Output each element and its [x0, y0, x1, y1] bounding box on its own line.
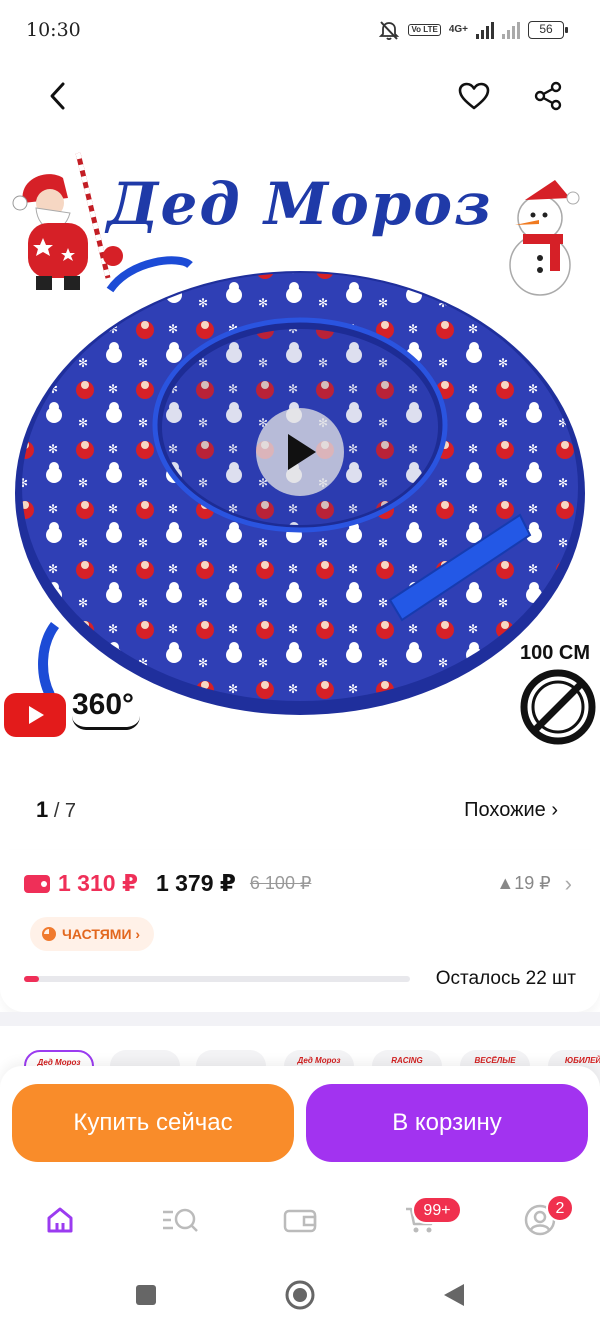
badge-360-label: 360° [72, 688, 135, 721]
wallet-price: 1 310 ₽ [58, 870, 138, 896]
price-card: 1 310 ₽ 1 379 ₽ 6 100 ₽ ▲19 ₽ › ЧАСТЯМИ … [0, 850, 600, 1012]
recents-icon [136, 1285, 156, 1305]
gallery-meta: 1 / 7 Похожие › [0, 790, 600, 830]
variant-label: ЮБИЛЕЙ [564, 1056, 600, 1065]
add-to-cart-button[interactable]: В корзину [306, 1084, 588, 1162]
current-price: 1 379 ₽ [155, 870, 236, 896]
price-row[interactable]: 1 310 ₽ 1 379 ₽ 6 100 ₽ ▲19 ₽ › [24, 870, 572, 897]
purchase-action-bar: Купить сейчас В корзину [0, 1066, 600, 1182]
diameter-label: 100 CM [520, 642, 591, 664]
old-price: 6 100 ₽ [249, 873, 312, 893]
wallet-card-icon [24, 874, 50, 893]
top-nav-actions [452, 74, 570, 118]
wallet-icon [283, 1209, 317, 1233]
stock-progress-fill [24, 976, 40, 982]
share-button[interactable] [526, 74, 570, 118]
back-button[interactable] [36, 74, 80, 118]
battery-icon: 56 [528, 21, 568, 39]
product-image-gallery[interactable]: Дед Мороз ✻ ✻ [0, 140, 600, 750]
status-icons: Vo LTE 4G+ 56 [378, 19, 568, 41]
play-icon [288, 434, 316, 470]
stock-row: Осталось 22 шт [24, 968, 576, 990]
stock-progress-bar [24, 976, 410, 982]
image-counter-total: / 7 [53, 800, 77, 822]
top-nav [0, 60, 600, 132]
status-bar: 10:30 Vo LTE 4G+ 56 [0, 0, 600, 60]
tab-profile[interactable]: 2 [510, 1190, 574, 1250]
signal-2-icon [502, 21, 520, 39]
bottom-tab-bar: 99+ 2 [0, 1182, 600, 1258]
catalog-search-icon [163, 1208, 198, 1232]
rotate-360-badge[interactable]: 360° [72, 688, 140, 730]
buy-now-button[interactable]: Купить сейчас [12, 1084, 294, 1162]
home-icon [47, 1207, 73, 1233]
youtube-icon [4, 693, 66, 737]
similar-link[interactable]: Похожие › [464, 799, 558, 822]
image-counter: 1 / 7 [36, 797, 76, 823]
tab-home[interactable] [30, 1190, 90, 1250]
tab-catalog[interactable] [150, 1190, 210, 1250]
variant-label: RACING [391, 1056, 423, 1065]
profile-badge: 2 [546, 1194, 574, 1222]
status-time: 10:30 [26, 19, 81, 41]
price-change: ▲19 ₽ [496, 873, 551, 893]
installment-label: ЧАСТЯМИ › [62, 926, 141, 942]
diameter-icon [520, 669, 596, 745]
chevron-left-icon [50, 82, 65, 110]
installment-button[interactable]: ЧАСТЯМИ › [30, 917, 155, 951]
system-home-button[interactable] [278, 1273, 322, 1317]
system-back-button[interactable] [432, 1273, 476, 1317]
image-counter-current: 1 [36, 797, 49, 822]
favorite-button[interactable] [452, 74, 496, 118]
back-triangle-icon [444, 1284, 464, 1306]
tab-cart[interactable]: 99+ [390, 1190, 462, 1250]
recents-button[interactable] [124, 1273, 168, 1317]
home-circle-icon [285, 1280, 315, 1310]
network-label: 4G+ [448, 24, 468, 35]
mute-icon [379, 21, 400, 41]
share-icon [534, 81, 562, 111]
volte-badge: Vo LTE [408, 24, 441, 36]
play-video-button[interactable] [256, 408, 344, 496]
stock-remaining: Осталось 22 шт [435, 968, 576, 989]
installment-pie-icon [42, 927, 56, 941]
tab-wallet[interactable] [270, 1190, 330, 1250]
signal-icon [476, 21, 494, 39]
section-divider [0, 1012, 600, 1026]
cart-badge: 99+ [412, 1196, 462, 1224]
system-nav-bar [0, 1258, 600, 1332]
heart-icon [458, 82, 490, 110]
chevron-right-icon: › [564, 870, 572, 896]
variant-label: Дед Мороз [297, 1056, 341, 1065]
